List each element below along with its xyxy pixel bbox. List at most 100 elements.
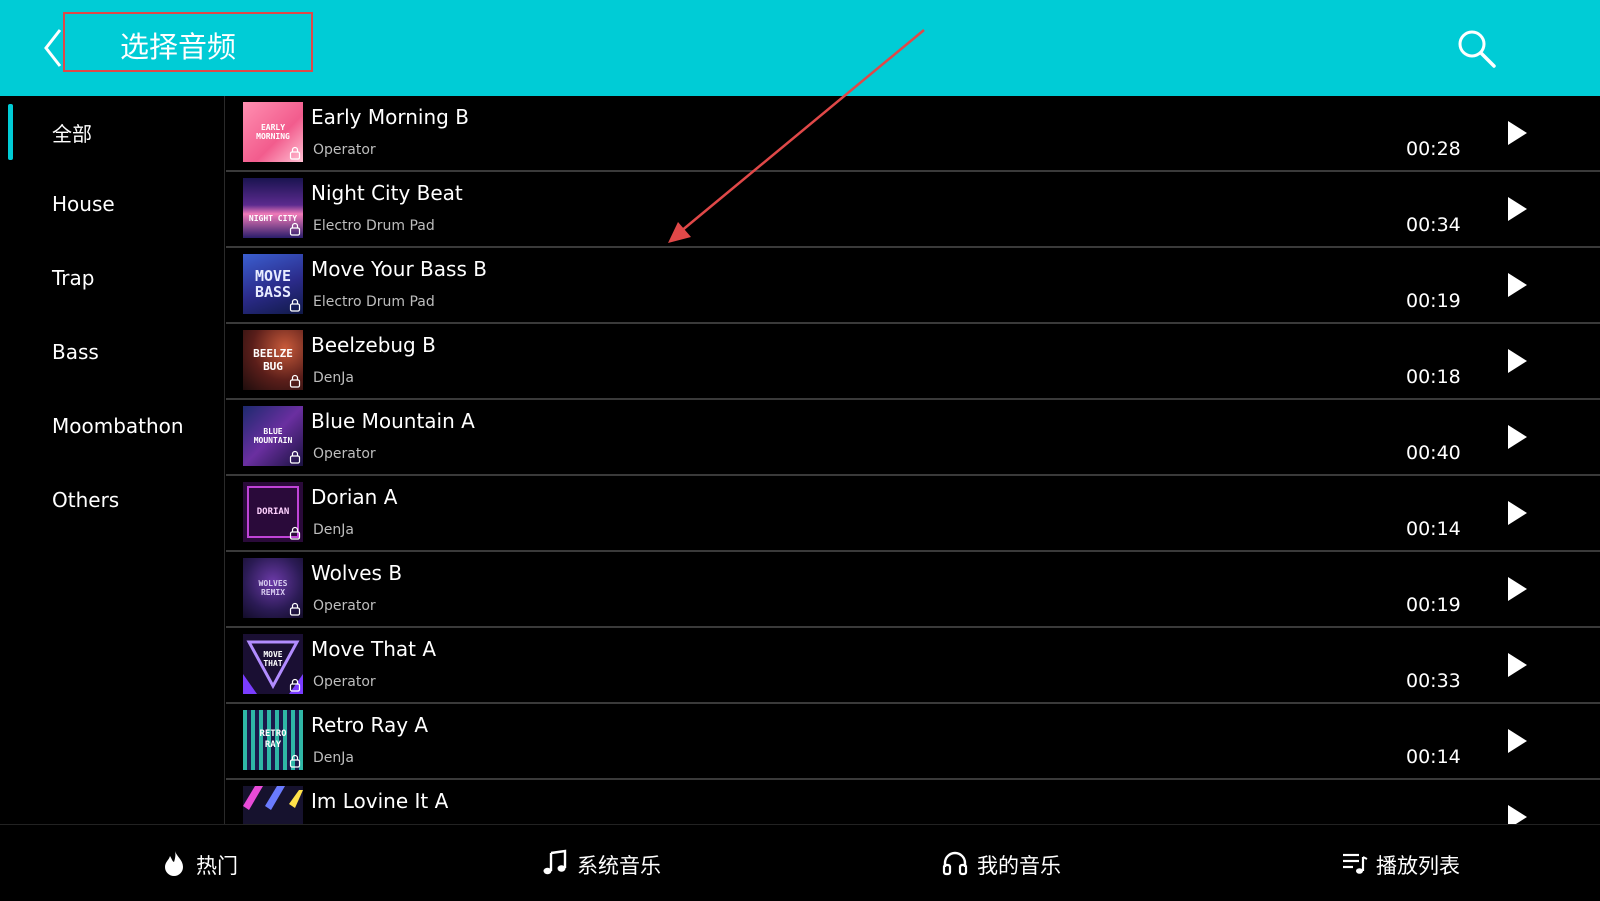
tab-label: 系统音乐 [577, 854, 661, 878]
tab-hot[interactable]: 热门 [150, 825, 270, 901]
track-artist: DenJa [313, 522, 354, 538]
category-label: Moombathon [52, 414, 184, 438]
tab-my-music[interactable]: 我的音乐 [935, 825, 1075, 901]
cover-text [243, 786, 303, 824]
track-duration: 00:33 [1406, 670, 1461, 692]
category-all[interactable]: 全部 [0, 96, 224, 168]
track-artist: Electro Drum Pad [313, 218, 435, 234]
track-cover: MOVE THAT [243, 634, 303, 694]
track-title: Dorian A [311, 485, 398, 509]
track-cover: DORIAN [243, 482, 303, 542]
play-icon[interactable] [1504, 650, 1530, 680]
playlist-icon [1343, 853, 1368, 874]
lock-icon [289, 146, 301, 160]
track-row[interactable]: MOVE THAT Move That A Operator 00:33 [226, 628, 1600, 704]
flame-icon [165, 851, 183, 876]
play-icon[interactable] [1504, 422, 1530, 452]
tab-label: 播放列表 [1376, 854, 1460, 878]
track-title: Retro Ray A [311, 713, 429, 737]
track-duration: 00:14 [1406, 518, 1461, 540]
track-title: Night City Beat [311, 181, 463, 205]
category-others[interactable]: Others [0, 466, 224, 538]
category-sidebar: 全部 House Trap Bass Moombathon Others [0, 96, 225, 824]
track-title: Im Lovine It A [311, 789, 449, 813]
track-row[interactable]: EARLY MORNING Early Morning B Operator 0… [226, 96, 1600, 172]
tab-system-music[interactable]: 系统音乐 [535, 825, 675, 901]
tab-playlist[interactable]: 播放列表 [1334, 825, 1474, 901]
active-indicator [8, 104, 13, 160]
play-icon[interactable] [1504, 270, 1530, 300]
track-row[interactable]: BLUE MOUNTAIN Blue Mountain A Operator 0… [226, 400, 1600, 476]
track-row[interactable]: MOVE BASS Move Your Bass B Electro Drum … [226, 248, 1600, 324]
tab-label: 热门 [196, 854, 238, 878]
track-row[interactable]: BEELZE BUG Beelzebug B DenJa 00:18 [226, 324, 1600, 400]
lock-icon [289, 678, 301, 692]
track-cover: NIGHT CITY [243, 178, 303, 238]
track-cover: BLUE MOUNTAIN [243, 406, 303, 466]
lock-icon [289, 526, 301, 540]
category-label: Trap [52, 266, 95, 290]
track-duration: 00:28 [1406, 138, 1461, 160]
search-icon [1458, 30, 1496, 68]
track-title: Move That A [311, 637, 437, 661]
lock-icon [289, 374, 301, 388]
track-list[interactable]: EARLY MORNING Early Morning B Operator 0… [226, 96, 1600, 824]
track-cover: RETRO RAY [243, 710, 303, 770]
track-row[interactable]: DORIAN Dorian A DenJa 00:14 [226, 476, 1600, 552]
track-duration: 00:18 [1406, 366, 1461, 388]
track-duration: 00:40 [1406, 442, 1461, 464]
track-duration: 00:34 [1406, 214, 1461, 236]
track-artist: Electro Drum Pad [313, 294, 435, 310]
search-button[interactable] [1454, 26, 1500, 72]
track-row[interactable]: Im Lovine It A [226, 780, 1600, 824]
track-title: Beelzebug B [311, 333, 436, 357]
category-trap[interactable]: Trap [0, 244, 224, 316]
category-label: Bass [52, 340, 99, 364]
bottom-nav: 热门 系统音乐 我的音乐 播放列表 [0, 824, 1600, 901]
track-duration: 00:14 [1406, 746, 1461, 768]
track-row[interactable]: WOLVES REMIX Wolves B Operator 00:19 [226, 552, 1600, 628]
track-cover: EARLY MORNING [243, 102, 303, 162]
track-row[interactable]: NIGHT CITY Night City Beat Electro Drum … [226, 172, 1600, 248]
music-note-icon [543, 849, 567, 875]
tab-label: 我的音乐 [977, 854, 1061, 878]
category-bass[interactable]: Bass [0, 318, 224, 390]
lock-icon [289, 754, 301, 768]
track-artist: Operator [313, 142, 376, 158]
track-duration: 00:19 [1406, 594, 1461, 616]
track-cover: WOLVES REMIX [243, 558, 303, 618]
category-house[interactable]: House [0, 170, 224, 242]
lock-icon [289, 602, 301, 616]
play-icon[interactable] [1504, 498, 1530, 528]
category-label: Others [52, 488, 120, 512]
track-cover: BEELZE BUG [243, 330, 303, 390]
page-title: 选择音频 [120, 30, 237, 64]
play-icon[interactable] [1504, 194, 1530, 224]
track-artist: Operator [313, 598, 376, 614]
track-title: Move Your Bass B [311, 257, 487, 281]
track-artist: DenJa [313, 750, 354, 766]
track-title: Blue Mountain A [311, 409, 475, 433]
category-label: 全部 [52, 122, 92, 146]
lock-icon [289, 222, 301, 236]
track-artist: Operator [313, 446, 376, 462]
track-cover: MOVE BASS [243, 254, 303, 314]
app-header: 选择音频 [0, 0, 1600, 96]
track-artist: DenJa [313, 370, 354, 386]
category-moombathon[interactable]: Moombathon [0, 392, 224, 464]
play-icon[interactable] [1504, 802, 1530, 824]
lock-icon [289, 450, 301, 464]
play-icon[interactable] [1504, 346, 1530, 376]
track-title: Early Morning B [311, 105, 469, 129]
play-icon[interactable] [1504, 726, 1530, 756]
play-icon[interactable] [1504, 574, 1530, 604]
track-cover [243, 786, 303, 824]
track-row[interactable]: RETRO RAY Retro Ray A DenJa 00:14 [226, 704, 1600, 780]
track-duration: 00:19 [1406, 290, 1461, 312]
category-label: House [52, 192, 115, 216]
track-title: Wolves B [311, 561, 403, 585]
headphones-icon [942, 851, 968, 876]
lock-icon [289, 298, 301, 312]
track-artist: Operator [313, 674, 376, 690]
play-icon[interactable] [1504, 118, 1530, 148]
